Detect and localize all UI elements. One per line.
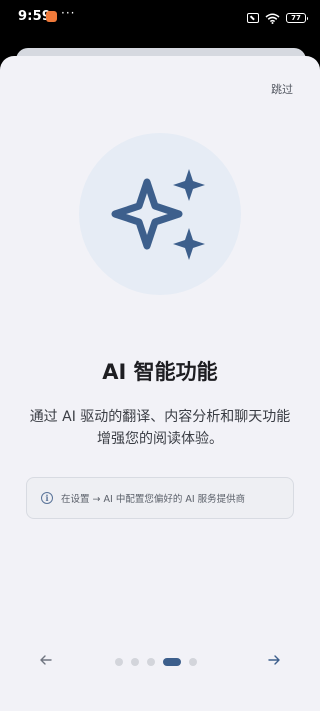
- app-notification-icon: [46, 11, 57, 22]
- page-description: 通过 AI 驱动的翻译、内容分析和聊天功能增强您的阅读体验。: [29, 409, 291, 447]
- info-icon: i: [41, 492, 53, 504]
- arrow-right-icon: [268, 655, 280, 665]
- hero-illustration: [79, 133, 241, 295]
- back-button[interactable]: [38, 652, 54, 668]
- battery-icon: 77: [286, 13, 308, 23]
- page-dot-active[interactable]: [163, 658, 181, 666]
- page-dot[interactable]: [131, 658, 139, 666]
- page-title: AI 智能功能: [102, 360, 218, 384]
- sparkles-icon: [111, 169, 205, 260]
- onboarding-sheet: 跳过 AI 智能功能 通过 AI 驱动的翻译、内容分析和聊天功能增强您的阅读体验…: [0, 56, 320, 711]
- skip-button[interactable]: 跳过: [271, 81, 293, 97]
- page-dot[interactable]: [147, 658, 155, 666]
- status-bar: 9:59 ··· 77: [0, 0, 320, 36]
- screen: 9:59 ··· 77 跳过 AI 智能功能 通过 AI 驱动的翻译、内容分析和…: [0, 0, 320, 711]
- page-dot[interactable]: [189, 658, 197, 666]
- tip-text: 在设置 → AI 中配置您偏好的 AI 服务提供商: [61, 494, 246, 505]
- more-notifications-icon: ···: [61, 6, 76, 20]
- battery-level: 77: [291, 14, 301, 22]
- next-button[interactable]: [266, 652, 282, 668]
- status-indicators: 77: [247, 11, 308, 25]
- page-dot[interactable]: [115, 658, 123, 666]
- page-indicator: [115, 658, 197, 666]
- wifi-icon: [265, 13, 280, 24]
- arrow-left-icon: [40, 655, 52, 665]
- no-sim-icon: [247, 13, 259, 23]
- settings-tip: i 在设置 → AI 中配置您偏好的 AI 服务提供商: [26, 477, 294, 519]
